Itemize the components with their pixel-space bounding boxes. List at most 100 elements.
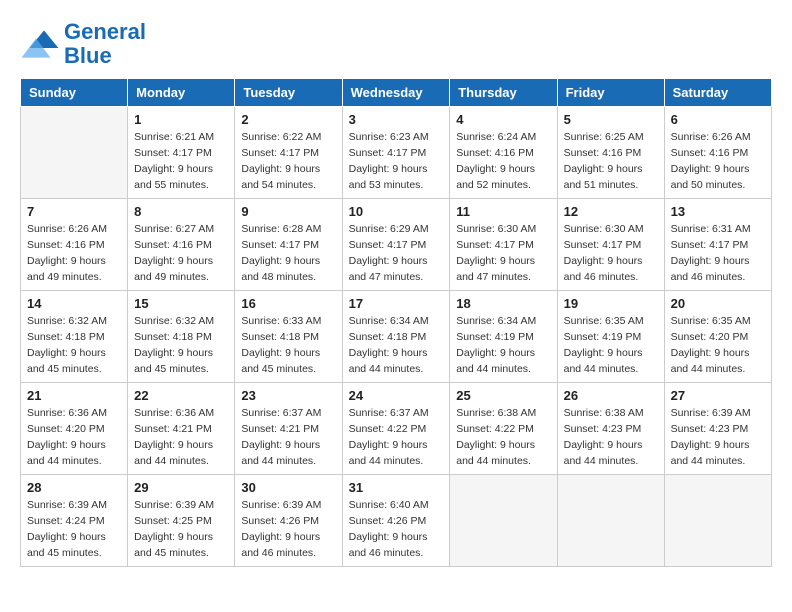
calendar-cell: 14 Sunrise: 6:32 AMSunset: 4:18 PMDayligh… — [21, 291, 128, 383]
day-info: Sunrise: 6:33 AMSunset: 4:18 PMDaylight:… — [241, 314, 335, 377]
day-info: Sunrise: 6:32 AMSunset: 4:18 PMDaylight:… — [134, 314, 228, 377]
day-number: 1 — [134, 112, 228, 127]
calendar-cell: 8Sunrise: 6:27 AMSunset: 4:16 PMDaylight… — [128, 199, 235, 291]
day-number: 5 — [564, 112, 658, 127]
day-info: Sunrise: 6:32 AMSunset: 4:18 PMDaylight:… — [27, 314, 121, 377]
calendar-cell: 26 Sunrise: 6:38 AMSunset: 4:23 PMDayligh… — [557, 383, 664, 475]
day-info: Sunrise: 6:37 AMSunset: 4:22 PMDaylight:… — [349, 406, 444, 469]
day-number: 9 — [241, 204, 335, 219]
day-number: 16 — [241, 296, 335, 311]
calendar-cell: 3 Sunrise: 6:23 AMSunset: 4:17 PMDaylight… — [342, 107, 450, 199]
day-info: Sunrise: 6:38 AMSunset: 4:23 PMDaylight:… — [564, 406, 658, 469]
day-info: Sunrise: 6:27 AMSunset: 4:16 PMDaylight:… — [134, 222, 228, 285]
week-row-1: 1 Sunrise: 6:21 AMSunset: 4:17 PMDaylight… — [21, 107, 772, 199]
day-info: Sunrise: 6:36 AMSunset: 4:21 PMDaylight:… — [134, 406, 228, 469]
day-number: 7 — [27, 204, 121, 219]
day-number: 12 — [564, 204, 658, 219]
day-info: Sunrise: 6:24 AMSunset: 4:16 PMDaylight:… — [456, 130, 550, 193]
day-info: Sunrise: 6:39 AMSunset: 4:23 PMDaylight:… — [671, 406, 765, 469]
day-number: 6 — [671, 112, 765, 127]
day-number: 3 — [349, 112, 444, 127]
day-number: 20 — [671, 296, 765, 311]
calendar-cell: 2 Sunrise: 6:22 AMSunset: 4:17 PMDaylight… — [235, 107, 342, 199]
calendar-cell: 6 Sunrise: 6:26 AMSunset: 4:16 PMDaylight… — [664, 107, 771, 199]
weekday-header-wednesday: Wednesday — [342, 79, 450, 107]
day-number: 31 — [349, 480, 444, 495]
calendar-cell: 7 Sunrise: 6:26 AMSunset: 4:16 PMDaylight… — [21, 199, 128, 291]
calendar-cell: 27 Sunrise: 6:39 AMSunset: 4:23 PMDayligh… — [664, 383, 771, 475]
day-info: Sunrise: 6:39 AMSunset: 4:25 PMDaylight:… — [134, 498, 228, 561]
calendar-cell: 17Sunrise: 6:34 AMSunset: 4:18 PMDayligh… — [342, 291, 450, 383]
calendar-cell: 24 Sunrise: 6:37 AMSunset: 4:22 PMDayligh… — [342, 383, 450, 475]
calendar-cell: 25 Sunrise: 6:38 AMSunset: 4:22 PMDayligh… — [450, 383, 557, 475]
calendar-cell: 30 Sunrise: 6:39 AMSunset: 4:26 PMDayligh… — [235, 475, 342, 567]
day-number: 22 — [134, 388, 228, 403]
day-number: 26 — [564, 388, 658, 403]
calendar-cell: 21 Sunrise: 6:36 AMSunset: 4:20 PMDayligh… — [21, 383, 128, 475]
day-info: Sunrise: 6:21 AMSunset: 4:17 PMDaylight:… — [134, 130, 228, 193]
page-header: General Blue — [20, 20, 772, 68]
day-info: Sunrise: 6:37 AMSunset: 4:21 PMDaylight:… — [241, 406, 335, 469]
weekday-header-saturday: Saturday — [664, 79, 771, 107]
day-info: Sunrise: 6:38 AMSunset: 4:22 PMDaylight:… — [456, 406, 550, 469]
day-info: Sunrise: 6:22 AMSunset: 4:17 PMDaylight:… — [241, 130, 335, 193]
calendar-cell: 1 Sunrise: 6:21 AMSunset: 4:17 PMDaylight… — [128, 107, 235, 199]
calendar-cell: 28 Sunrise: 6:39 AMSunset: 4:24 PMDayligh… — [21, 475, 128, 567]
calendar-cell: 18Sunrise: 6:34 AMSunset: 4:19 PMDayligh… — [450, 291, 557, 383]
day-info: Sunrise: 6:34 AMSunset: 4:18 PMDaylight:… — [349, 314, 444, 377]
day-info: Sunrise: 6:35 AMSunset: 4:20 PMDaylight:… — [671, 314, 765, 377]
calendar-cell: 5 Sunrise: 6:25 AMSunset: 4:16 PMDaylight… — [557, 107, 664, 199]
weekday-header-thursday: Thursday — [450, 79, 557, 107]
day-number: 2 — [241, 112, 335, 127]
day-number: 21 — [27, 388, 121, 403]
calendar-cell — [557, 475, 664, 567]
calendar-cell: 15Sunrise: 6:32 AMSunset: 4:18 PMDayligh… — [128, 291, 235, 383]
day-number: 25 — [456, 388, 550, 403]
calendar-cell — [21, 107, 128, 199]
weekday-header-monday: Monday — [128, 79, 235, 107]
week-row-2: 7 Sunrise: 6:26 AMSunset: 4:16 PMDaylight… — [21, 199, 772, 291]
day-info: Sunrise: 6:29 AMSunset: 4:17 PMDaylight:… — [349, 222, 444, 285]
day-info: Sunrise: 6:36 AMSunset: 4:20 PMDaylight:… — [27, 406, 121, 469]
calendar-table: SundayMondayTuesdayWednesdayThursdayFrid… — [20, 78, 772, 567]
day-number: 10 — [349, 204, 444, 219]
day-number: 29 — [134, 480, 228, 495]
calendar-cell: 31 Sunrise: 6:40 AMSunset: 4:26 PMDayligh… — [342, 475, 450, 567]
calendar-cell: 23Sunrise: 6:37 AMSunset: 4:21 PMDayligh… — [235, 383, 342, 475]
day-info: Sunrise: 6:25 AMSunset: 4:16 PMDaylight:… — [564, 130, 658, 193]
day-info: Sunrise: 6:40 AMSunset: 4:26 PMDaylight:… — [349, 498, 444, 561]
calendar-cell: 9Sunrise: 6:28 AMSunset: 4:17 PMDaylight… — [235, 199, 342, 291]
calendar-cell: 19 Sunrise: 6:35 AMSunset: 4:19 PMDayligh… — [557, 291, 664, 383]
logo-icon — [20, 24, 60, 64]
day-info: Sunrise: 6:23 AMSunset: 4:17 PMDaylight:… — [349, 130, 444, 193]
day-number: 24 — [349, 388, 444, 403]
calendar-cell — [450, 475, 557, 567]
day-number: 19 — [564, 296, 658, 311]
calendar-cell: 29 Sunrise: 6:39 AMSunset: 4:25 PMDayligh… — [128, 475, 235, 567]
day-info: Sunrise: 6:30 AMSunset: 4:17 PMDaylight:… — [564, 222, 658, 285]
day-info: Sunrise: 6:39 AMSunset: 4:26 PMDaylight:… — [241, 498, 335, 561]
day-info: Sunrise: 6:26 AMSunset: 4:16 PMDaylight:… — [671, 130, 765, 193]
day-info: Sunrise: 6:31 AMSunset: 4:17 PMDaylight:… — [671, 222, 765, 285]
day-number: 28 — [27, 480, 121, 495]
day-info: Sunrise: 6:35 AMSunset: 4:19 PMDaylight:… — [564, 314, 658, 377]
day-number: 11 — [456, 204, 550, 219]
calendar-cell: 22 Sunrise: 6:36 AMSunset: 4:21 PMDayligh… — [128, 383, 235, 475]
weekday-header-tuesday: Tuesday — [235, 79, 342, 107]
weekday-header-friday: Friday — [557, 79, 664, 107]
week-row-4: 21 Sunrise: 6:36 AMSunset: 4:20 PMDayligh… — [21, 383, 772, 475]
day-info: Sunrise: 6:39 AMSunset: 4:24 PMDaylight:… — [27, 498, 121, 561]
day-number: 14 — [27, 296, 121, 311]
day-number: 18 — [456, 296, 550, 311]
calendar-cell: 12 Sunrise: 6:30 AMSunset: 4:17 PMDayligh… — [557, 199, 664, 291]
calendar-header-row: SundayMondayTuesdayWednesdayThursdayFrid… — [21, 79, 772, 107]
calendar-cell: 4 Sunrise: 6:24 AMSunset: 4:16 PMDaylight… — [450, 107, 557, 199]
weekday-header-sunday: Sunday — [21, 79, 128, 107]
week-row-5: 28 Sunrise: 6:39 AMSunset: 4:24 PMDayligh… — [21, 475, 772, 567]
calendar-cell: 16 Sunrise: 6:33 AMSunset: 4:18 PMDayligh… — [235, 291, 342, 383]
day-number: 30 — [241, 480, 335, 495]
day-number: 27 — [671, 388, 765, 403]
calendar-cell: 13Sunrise: 6:31 AMSunset: 4:17 PMDayligh… — [664, 199, 771, 291]
day-info: Sunrise: 6:26 AMSunset: 4:16 PMDaylight:… — [27, 222, 121, 285]
day-number: 4 — [456, 112, 550, 127]
